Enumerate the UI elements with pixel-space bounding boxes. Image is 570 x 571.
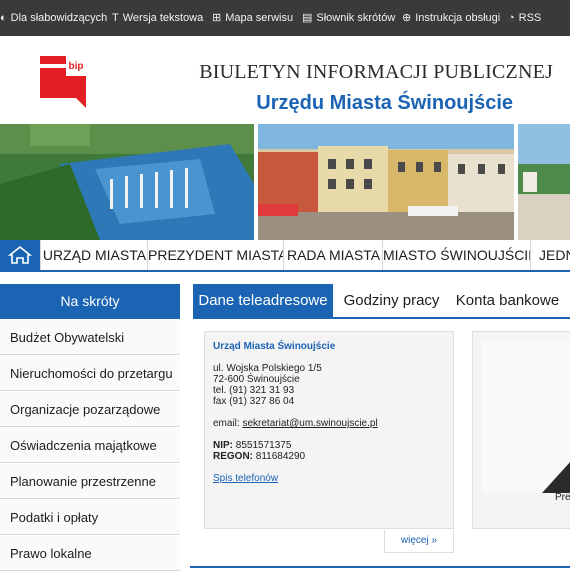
content-bottom-border [190, 566, 570, 568]
sidebar-item-oswiadczenia[interactable]: Oświadczenia majątkowe [0, 428, 180, 463]
shortcuts-heading: Na skróty [0, 284, 180, 319]
nav-item-prezydent-miasta[interactable]: PREZYDENT MIASTA [147, 240, 284, 270]
accessibility-toolbar: ◐ Dla słabowidzących T Wersja tekstowa ⊞ Ma… [0, 0, 570, 36]
tab-godziny-pracy[interactable]: Godziny pracy [336, 284, 447, 317]
seaside-photo [518, 124, 570, 240]
street-address: ul. Wojska Polskiego 1/5 [213, 363, 322, 374]
regon-row: REGON: 811684290 [213, 451, 306, 462]
home-icon [7, 245, 33, 264]
contact-card: Urząd Miasta Świnoujście ul. Wojska Pols… [204, 331, 454, 529]
eye-icon: ◐ [0, 12, 7, 24]
sidebar-item-podatki[interactable]: Podatki i opłaty [0, 500, 180, 535]
text-version-icon: T [112, 12, 119, 24]
nav-item-miasto-swinoujscie[interactable]: MIASTO ŚWINOUJŚCIE [382, 240, 531, 270]
email-link[interactable]: sekretariat@um.swinoujscie.pl [242, 418, 377, 429]
nav-item-rada-miasta[interactable]: RADA MIASTA [283, 240, 383, 270]
sidebar-item-prawo-lokalne[interactable]: Prawo lokalne [0, 536, 180, 571]
sidebar-item-nieruchomosci[interactable]: Nieruchomości do przetargu [0, 356, 180, 391]
city-banner [0, 124, 570, 240]
president-photo[interactable] [482, 341, 570, 493]
book-icon: ▤ [302, 12, 313, 24]
help-icon: ⊕ [402, 12, 412, 24]
home-button[interactable] [0, 240, 40, 270]
user-guide-link[interactable]: ⊕ Instrukcja obsługi [402, 0, 500, 36]
main-navigation: URZĄD MIASTA PREZYDENT MIASTA RADA MIAST… [0, 240, 570, 272]
president-photo-image [542, 462, 570, 493]
sitemap-icon: ⊞ [212, 12, 222, 24]
fax-number: fax (91) 327 86 04 [213, 396, 295, 407]
sidebar-item-organizacje[interactable]: Organizacje pozarządowe [0, 392, 180, 427]
text-version-link[interactable]: T Wersja tekstowa [112, 0, 203, 36]
svg-text:bip: bip [69, 61, 84, 72]
office-name: Urząd Miasta Świnoujście [213, 341, 336, 352]
nav-item-urzad-miasta[interactable]: URZĄD MIASTA [40, 240, 148, 270]
rss-link[interactable]: ◔ RSS [508, 0, 541, 36]
page-subtitle: Urzędu Miasta Świnoujście [256, 92, 513, 114]
town-square-photo [258, 124, 514, 240]
more-button[interactable]: więcej » [384, 530, 454, 553]
sidebar-item-planowanie[interactable]: Planowanie przestrzenne [0, 464, 180, 499]
phone-number: tel. (91) 321 31 93 [213, 385, 295, 396]
nav-item-jednostki[interactable]: JEDN [530, 240, 570, 270]
city-address: 72-600 Świnoujście [213, 374, 300, 385]
rss-icon: ◔ [508, 12, 515, 24]
nip-value: 8551571375 [235, 440, 292, 451]
tab-konta-bankowe[interactable]: Konta bankowe [451, 284, 564, 317]
tab-dane-teleadresowe[interactable]: Dane teleadresowe [193, 284, 333, 317]
bip-logo[interactable]: bip [40, 56, 86, 108]
abbreviations-link[interactable]: ▤ Słownik skrótów [302, 0, 395, 36]
nip-row: NIP: 8551571375 [213, 440, 292, 451]
regon-value: 811684290 [255, 451, 306, 462]
marina-aerial-photo [0, 124, 254, 240]
low-vision-link[interactable]: ◐ Dla słabowidzących [0, 0, 107, 36]
tab-underline [193, 317, 570, 319]
page-title: BIULETYN INFORMACJI PUBLICZNEJ [199, 61, 553, 83]
sidebar-item-budzet[interactable]: Budżet Obywatelski [0, 320, 180, 355]
sitemap-link[interactable]: ⊞ Mapa serwisu [212, 0, 293, 36]
phone-list-link[interactable]: Spis telefonów [213, 473, 278, 484]
president-caption: Prez [555, 492, 570, 503]
email-row: email: sekretariat@um.swinoujscie.pl [213, 418, 378, 429]
